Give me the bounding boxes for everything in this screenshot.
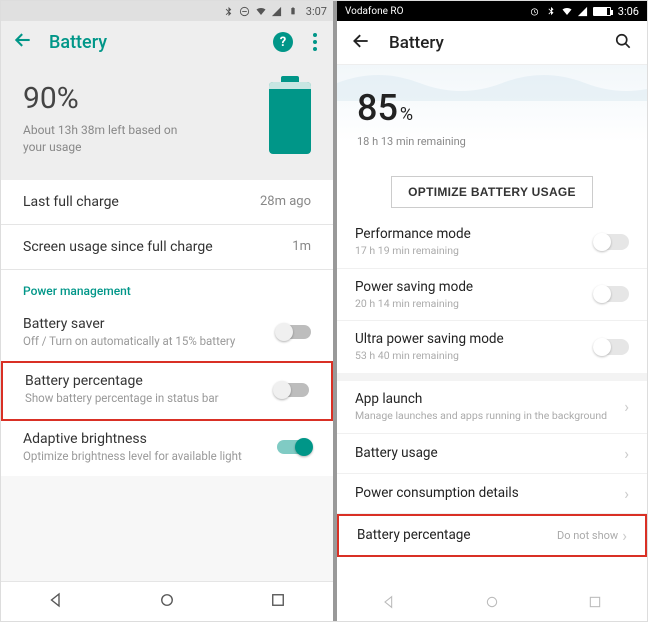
nav-back-icon[interactable] (47, 591, 65, 613)
app-launch-row[interactable]: App launch Manage launches and apps runn… (337, 381, 647, 433)
page-title: Battery (49, 32, 257, 53)
nav-home-icon[interactable] (158, 591, 176, 613)
battery-percentage-toggle[interactable] (275, 383, 309, 397)
app-header: Battery ? (1, 21, 333, 63)
label: Last full charge (23, 194, 119, 210)
wifi-icon (255, 5, 267, 17)
adaptive-brightness-row[interactable]: Adaptive brightness Optimize brightness … (1, 421, 333, 477)
battery-hero: 90% About 13h 38m left based on your usa… (1, 63, 333, 180)
nav-recent-icon[interactable] (269, 591, 287, 613)
battery-percentage-row[interactable]: Battery percentage Show battery percenta… (1, 361, 333, 421)
label: Screen usage since full charge (23, 239, 213, 255)
bluetooth-icon (223, 5, 235, 17)
label: Adaptive brightness (23, 431, 265, 447)
battery-usage-row[interactable]: Battery usage › (337, 434, 647, 473)
label: Battery saver (23, 316, 265, 332)
battery-estimate: About 13h 38m left based on your usage (23, 122, 203, 156)
overflow-menu-icon[interactable] (309, 33, 321, 51)
power-saving-mode-row[interactable]: Power saving mode 20 h 14 min remaining (337, 269, 647, 321)
status-bar: Vodafone RO 3:06 (337, 1, 647, 21)
battery-icon (593, 7, 611, 16)
desc: Manage launches and apps running in the … (355, 409, 624, 423)
label: App launch (355, 391, 624, 407)
battery-hero: 85% 18 h 13 min remaining (337, 65, 647, 162)
battery-saver-row[interactable]: Battery saver Off / Turn on automaticall… (1, 306, 333, 362)
search-icon[interactable] (613, 31, 633, 55)
section-title-power-management: Power management (1, 270, 333, 306)
signal-icon (271, 5, 283, 17)
battery-illustration-icon (269, 82, 311, 154)
chevron-right-icon: › (624, 444, 629, 463)
label: Power saving mode (355, 279, 593, 295)
dnd-icon (239, 5, 251, 17)
help-icon[interactable]: ? (273, 32, 293, 52)
last-full-charge-row[interactable]: Last full charge 28m ago (1, 180, 333, 224)
value: 28m ago (260, 194, 311, 209)
battery-estimate: 18 h 13 min remaining (357, 135, 627, 148)
nav-bar (1, 581, 333, 621)
desc: Off / Turn on automatically at 15% batte… (23, 334, 265, 350)
nav-home-icon[interactable] (484, 594, 500, 614)
desc: 17 h 19 min remaining (355, 244, 593, 258)
value: Do not show (557, 529, 618, 542)
back-icon[interactable] (351, 31, 371, 55)
battery-percent: 85 (357, 87, 398, 129)
label: Battery percentage (25, 373, 263, 389)
battery-icon (287, 5, 299, 17)
back-icon[interactable] (13, 30, 33, 54)
battery-percentage-row[interactable]: Battery percentage Do not show › (337, 514, 647, 557)
percent-mark: % (400, 104, 413, 125)
battery-saver-toggle[interactable] (277, 325, 311, 339)
carrier-label: Vodafone RO (345, 6, 403, 17)
nav-back-icon[interactable] (381, 594, 397, 614)
ultra-power-saving-toggle[interactable] (593, 339, 629, 355)
desc: Show battery percentage in status bar (25, 391, 263, 407)
ultra-power-saving-row[interactable]: Ultra power saving mode 53 h 40 min rema… (337, 321, 647, 373)
value: 1m (292, 239, 311, 254)
label: Battery usage (355, 445, 624, 461)
power-consumption-row[interactable]: Power consumption details › (337, 474, 647, 513)
signal-icon (577, 5, 589, 17)
chevron-right-icon: › (622, 526, 627, 545)
chevron-right-icon: › (624, 397, 629, 416)
alarm-icon (529, 5, 541, 17)
page-title: Battery (389, 33, 595, 53)
bluetooth-icon (545, 5, 557, 17)
performance-mode-toggle[interactable] (593, 234, 629, 250)
nav-bar (337, 587, 647, 621)
wifi-icon (561, 5, 573, 17)
optimize-battery-button[interactable]: OPTIMIZE BATTERY USAGE (391, 176, 593, 208)
label: Ultra power saving mode (355, 331, 593, 347)
status-time: 3:07 (306, 5, 327, 18)
status-time: 3:06 (618, 5, 639, 18)
app-header: Battery (337, 21, 647, 65)
desc: 53 h 40 min remaining (355, 349, 593, 363)
label: Power consumption details (355, 485, 624, 501)
label: Battery percentage (357, 527, 557, 543)
screen-usage-row[interactable]: Screen usage since full charge 1m (1, 225, 333, 269)
status-bar: 3:07 (1, 1, 333, 21)
chevron-right-icon: › (624, 484, 629, 503)
adaptive-brightness-toggle[interactable] (277, 440, 311, 454)
performance-mode-row[interactable]: Performance mode 17 h 19 min remaining (337, 216, 647, 268)
battery-percent: 90% (23, 81, 269, 116)
desc: 20 h 14 min remaining (355, 297, 593, 311)
desc: Optimize brightness level for available … (23, 449, 265, 465)
power-saving-mode-toggle[interactable] (593, 286, 629, 302)
label: Performance mode (355, 226, 593, 242)
nav-recent-icon[interactable] (587, 594, 603, 614)
